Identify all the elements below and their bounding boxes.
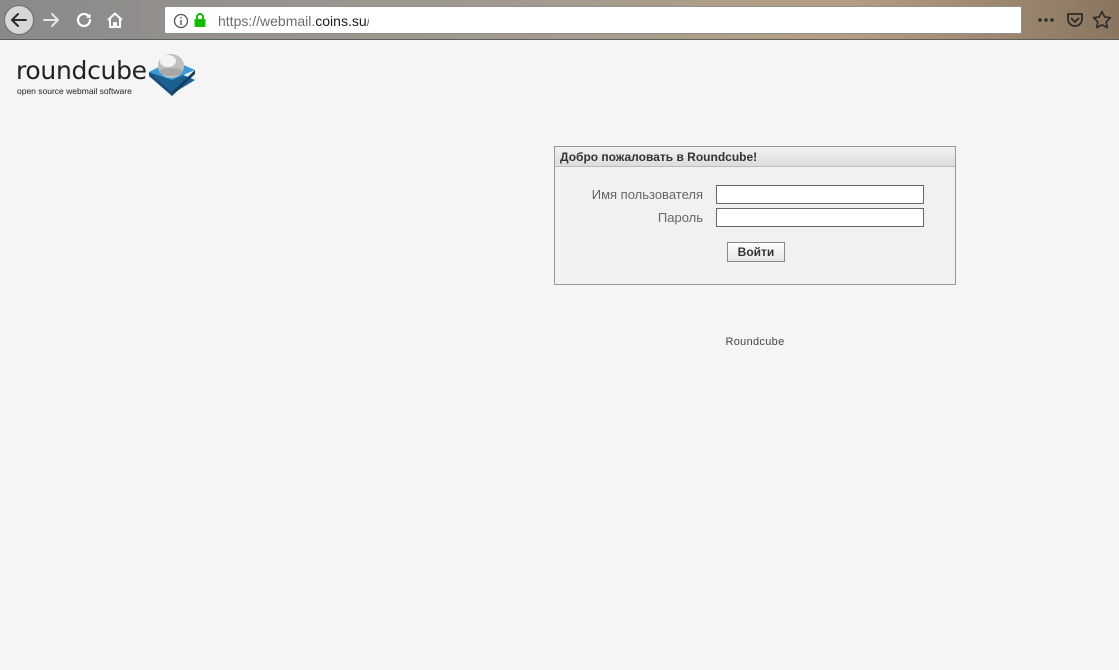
lock-icon[interactable] — [193, 12, 207, 28]
reload-icon — [76, 12, 92, 28]
roundcube-logo: roundcube open source webmail software — [16, 46, 200, 98]
password-label: Пароль — [657, 210, 703, 225]
login-title: Добро пожаловать в Roundcube! — [555, 147, 955, 167]
address-bar[interactable]: https://webmail.coins.su/ — [164, 6, 1022, 34]
logo-tagline: open source webmail software — [17, 86, 132, 96]
pocket-icon — [1067, 13, 1083, 27]
login-panel: Добро пожаловать в Roundcube! Имя пользо… — [554, 146, 956, 285]
footer-text: Roundcube — [725, 336, 785, 348]
back-button[interactable] — [4, 5, 34, 35]
url-prefix: https://webmail. — [218, 13, 316, 29]
password-input[interactable] — [716, 208, 924, 227]
ellipsis-icon — [1038, 18, 1054, 22]
username-row: Имя пользователя — [555, 185, 955, 205]
pocket-button[interactable] — [1063, 8, 1087, 32]
logo-wordmark: roundcube — [16, 56, 147, 85]
bookmark-button[interactable] — [1090, 8, 1114, 32]
roundcube-cube-icon — [149, 54, 195, 96]
redacted-region — [369, 11, 763, 31]
arrow-left-icon — [11, 13, 27, 27]
home-icon — [107, 12, 123, 28]
login-button[interactable]: Войти — [727, 242, 785, 262]
username-label: Имя пользователя — [591, 187, 703, 202]
browser-toolbar: https://webmail.coins.su/ — [0, 0, 1119, 40]
password-row: Пароль — [555, 208, 955, 228]
url-host: coins.su — [315, 13, 367, 29]
forward-button[interactable] — [37, 6, 65, 34]
username-input[interactable] — [716, 185, 924, 204]
url-text[interactable]: https://webmail.coins.su/ — [218, 13, 371, 29]
info-icon[interactable] — [173, 13, 189, 29]
reload-button[interactable] — [70, 6, 98, 34]
arrow-right-icon — [43, 13, 59, 27]
star-icon — [1092, 10, 1112, 29]
page-actions-button[interactable] — [1034, 8, 1058, 32]
home-button[interactable] — [101, 6, 129, 34]
